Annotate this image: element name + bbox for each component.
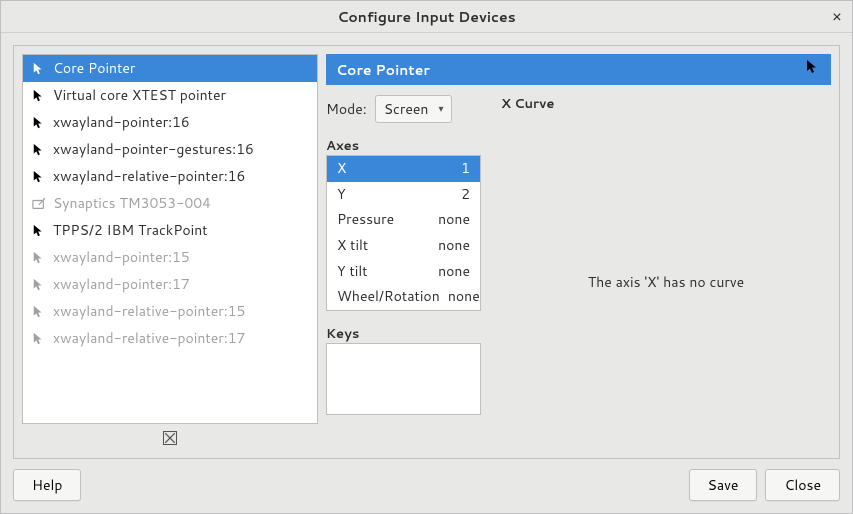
- cursor-icon: [31, 169, 47, 185]
- mode-value: Screen: [384, 99, 429, 119]
- device-detail-header: Core Pointer: [326, 54, 831, 85]
- cursor-icon: [31, 304, 47, 320]
- device-list[interactable]: Core Pointer Virtual core XTEST pointer xw…: [22, 54, 318, 424]
- axes-table[interactable]: X1Y2PressurenoneX tiltnoneY tiltnoneWhee…: [326, 155, 481, 311]
- cursor-icon: [31, 250, 47, 266]
- device-list-item[interactable]: xwayland-pointer-gestures:16: [23, 136, 317, 163]
- cursor-icon: [31, 61, 47, 77]
- axis-value: none: [430, 261, 470, 283]
- content-area: Core Pointer Virtual core XTEST pointer xw…: [1, 33, 852, 513]
- device-list-item-label: xwayland-pointer:15: [53, 247, 190, 268]
- device-list-item-label: xwayland-pointer-gestures:16: [53, 139, 254, 160]
- keys-section: Keys: [326, 321, 481, 415]
- axes-row[interactable]: X tiltnone: [327, 233, 480, 259]
- axes-row[interactable]: Pressurenone: [327, 207, 480, 233]
- close-button[interactable]: Close: [765, 469, 840, 501]
- axis-value: none: [440, 286, 480, 308]
- cursor-icon: [31, 115, 47, 131]
- mode-combobox[interactable]: Screen ▾: [375, 95, 453, 123]
- device-list-item[interactable]: Virtual core XTEST pointer: [23, 82, 317, 109]
- device-list-item-label: xwayland-relative-pointer:17: [53, 328, 245, 349]
- axes-row[interactable]: Y2: [327, 182, 480, 208]
- device-list-item-label: xwayland-relative-pointer:15: [53, 301, 245, 322]
- cursor-icon: [31, 223, 47, 239]
- device-list-item[interactable]: xwayland-relative-pointer:17: [23, 325, 317, 352]
- axes-column: Mode: Screen ▾ Axes X1Y2PressurenoneX ti…: [326, 95, 481, 450]
- axes-section: Axes X1Y2PressurenoneX tiltnoneY tiltnon…: [326, 133, 481, 311]
- cursor-icon: [31, 331, 47, 347]
- help-button[interactable]: Help: [13, 469, 81, 501]
- axes-row[interactable]: Y tiltnone: [327, 259, 480, 285]
- device-list-item[interactable]: TPPS/2 IBM TrackPoint: [23, 217, 317, 244]
- device-list-item[interactable]: xwayland-pointer:15: [23, 244, 317, 271]
- axis-value: 2: [430, 184, 470, 206]
- device-list-item[interactable]: xwayland-relative-pointer:15: [23, 298, 317, 325]
- device-list-item-label: Virtual core XTEST pointer: [53, 85, 226, 106]
- device-list-item-label: Synaptics TM3053-004: [53, 193, 211, 214]
- close-icon[interactable]: ×: [832, 5, 842, 28]
- curve-label: X Curve: [501, 95, 831, 113]
- device-detail-title: Core Pointer: [336, 60, 430, 80]
- device-list-item[interactable]: Synaptics TM3053-004: [23, 190, 317, 217]
- curve-message: The axis 'X' has no curve: [588, 272, 744, 292]
- axis-value: 1: [430, 158, 470, 180]
- device-detail-panel: Core Pointer Mode: Screen ▾: [326, 54, 831, 450]
- keys-list[interactable]: [326, 343, 481, 415]
- axis-value: none: [430, 209, 470, 231]
- axes-row[interactable]: X1: [327, 156, 480, 182]
- device-list-footer: [22, 426, 318, 450]
- axis-name: Y: [337, 184, 430, 206]
- cursor-icon: [31, 88, 47, 104]
- save-button[interactable]: Save: [689, 469, 758, 501]
- axis-value: none: [430, 235, 470, 257]
- axes-row[interactable]: Wheel/Rotationnone: [327, 284, 480, 310]
- keys-label: Keys: [326, 325, 481, 343]
- axis-name: X tilt: [337, 235, 430, 257]
- device-list-item[interactable]: xwayland-pointer:16: [23, 109, 317, 136]
- device-list-item[interactable]: xwayland-pointer:17: [23, 271, 317, 298]
- axis-name: Y tilt: [337, 261, 430, 283]
- curve-area: The axis 'X' has no curve: [501, 113, 831, 450]
- cursor-icon: [31, 142, 47, 158]
- device-list-item[interactable]: Core Pointer: [23, 55, 317, 82]
- axis-name: Wheel/Rotation: [337, 286, 440, 308]
- device-list-panel: Core Pointer Virtual core XTEST pointer xw…: [22, 54, 318, 450]
- button-bar: Help Save Close: [13, 469, 840, 501]
- titlebar: Configure Input Devices ×: [1, 1, 852, 33]
- device-list-item[interactable]: xwayland-relative-pointer:16: [23, 163, 317, 190]
- tablet-icon: [31, 196, 47, 212]
- axes-label: Axes: [326, 137, 481, 155]
- mode-label: Mode:: [326, 99, 367, 119]
- device-list-item-label: Core Pointer: [53, 58, 135, 79]
- main-panel: Core Pointer Virtual core XTEST pointer xw…: [13, 45, 840, 459]
- cursor-icon: [805, 59, 821, 80]
- device-detail-body: Mode: Screen ▾ Axes X1Y2PressurenoneX ti…: [326, 85, 831, 450]
- axis-name: X: [337, 158, 430, 180]
- button-bar-right: Save Close: [689, 469, 840, 501]
- device-list-item-label: xwayland-pointer:17: [53, 274, 190, 295]
- placeholder-icon: [163, 431, 177, 445]
- configure-input-devices-window: Configure Input Devices × Core Pointer Vi…: [0, 0, 853, 514]
- mode-row: Mode: Screen ▾: [326, 95, 481, 123]
- device-list-item-label: xwayland-pointer:16: [53, 112, 190, 133]
- curve-column: X Curve The axis 'X' has no curve: [501, 95, 831, 450]
- device-list-item-label: TPPS/2 IBM TrackPoint: [53, 220, 208, 241]
- cursor-icon: [31, 277, 47, 293]
- device-list-item-label: xwayland-relative-pointer:16: [53, 166, 245, 187]
- axis-name: Pressure: [337, 209, 430, 231]
- window-title: Configure Input Devices: [337, 7, 515, 27]
- chevron-down-icon: ▾: [438, 102, 443, 116]
